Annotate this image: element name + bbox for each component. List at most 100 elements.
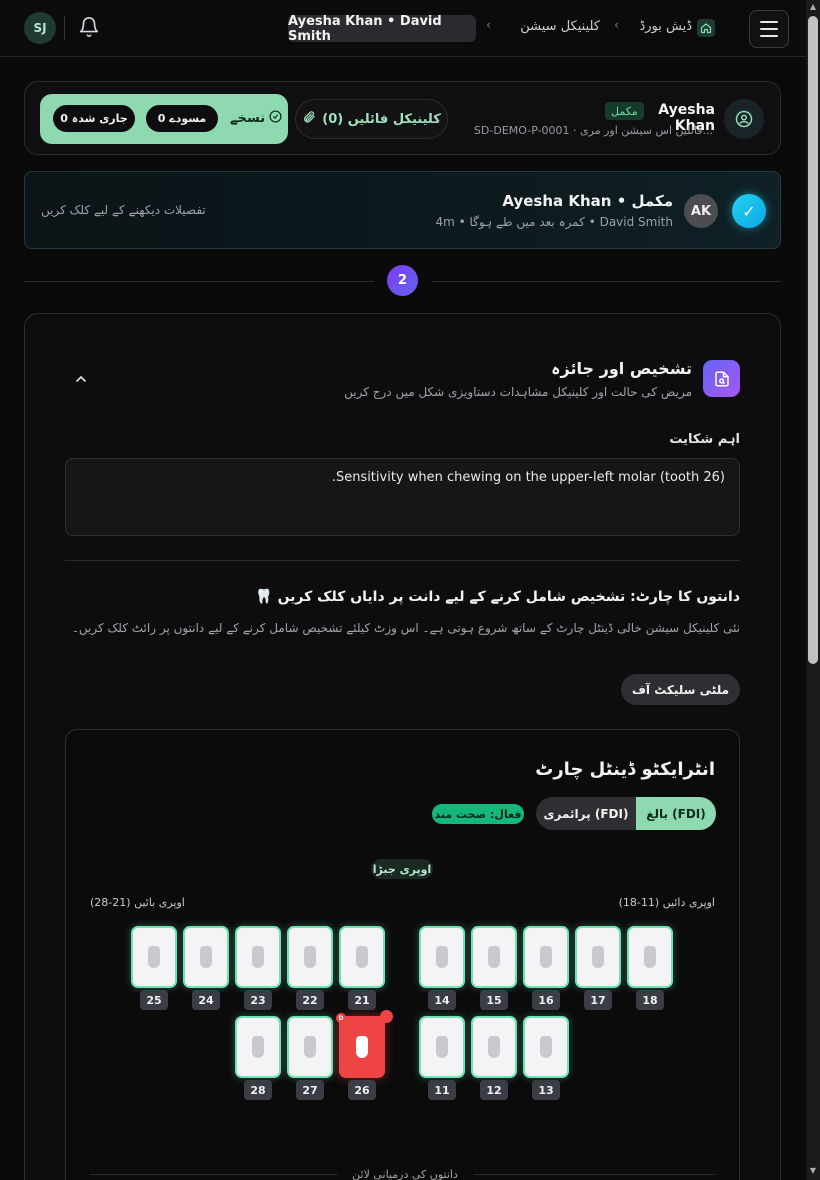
tooth-icon [436, 946, 448, 968]
clinical-files-label: کلینیکل فائلیں (0) [322, 111, 441, 127]
scroll-up-arrow-icon[interactable]: ▲ [808, 2, 818, 12]
tooth-22[interactable] [287, 926, 333, 988]
tooth-23[interactable] [235, 926, 281, 988]
tooth-number: 22 [296, 990, 324, 1010]
tooth-number: 14 [428, 990, 456, 1010]
midline-label: دانتوں کی درمیانی لائن [352, 1168, 458, 1180]
tab-primary[interactable]: پرائمری (FDI) [536, 797, 636, 830]
tooth-number: 21 [348, 990, 376, 1010]
breadcrumb-dashboard[interactable]: ڈیش بورڈ [620, 19, 692, 34]
scroll-down-arrow-icon[interactable]: ▼ [808, 1166, 818, 1176]
tooth-21[interactable] [339, 926, 385, 988]
tooth-icon [252, 1036, 264, 1058]
tooth-icon [356, 1036, 368, 1058]
session-card[interactable]: ✓ AK Ayesha Khan • مکمل 4m • کمرہ بعد می… [24, 171, 781, 249]
prescriptions-group[interactable]: نسخے 0 مسودے 0 جاری شدہ [40, 94, 288, 144]
tooth-icon [488, 1036, 500, 1058]
step-divider-line [24, 281, 374, 282]
tooth-icon [356, 946, 368, 968]
tooth-icon [592, 946, 604, 968]
issued-pill[interactable]: 0 جاری شدہ [53, 105, 135, 132]
patient-avatar: AK [684, 194, 718, 228]
dental-chart-title: انٹرایکٹو ڈینٹل چارٹ [535, 759, 715, 780]
tooth-icon [252, 946, 264, 968]
tooth-13[interactable] [523, 1016, 569, 1078]
patient-subtitle: SD-DEMO-P-0001 · فائلیں اس سیشن اور مری.… [473, 124, 713, 137]
tooth-icon [644, 946, 656, 968]
tooth-11[interactable] [419, 1016, 465, 1078]
tooth-icon [148, 946, 160, 968]
tooth-icon [304, 946, 316, 968]
step-number: 2 [387, 265, 418, 296]
chevron-up-icon[interactable] [70, 368, 92, 390]
tooth-16[interactable] [523, 926, 569, 988]
tooth-number: 13 [532, 1080, 560, 1100]
tooth-26[interactable] [339, 1016, 385, 1078]
session-hint: تفصیلات دیکھنے کے لیے کلک کریں [41, 203, 206, 217]
tooth-icon [540, 946, 552, 968]
tooth-icon [540, 1036, 552, 1058]
session-subtitle: 4m • کمرہ بعد میں طے ہوگا • David Smith [435, 215, 673, 229]
tooth-number: 16 [532, 990, 560, 1010]
bell-icon[interactable] [78, 16, 100, 38]
tooth-15[interactable] [471, 926, 517, 988]
user-circle-icon [724, 99, 764, 139]
drafts-pill[interactable]: 0 مسودے [146, 105, 218, 132]
upper-jaw-label: اوپری جبڑا [371, 859, 433, 879]
home-icon[interactable] [697, 19, 715, 37]
hamburger-icon [760, 21, 778, 23]
diagnosis-indicator-dot [380, 1010, 393, 1023]
tooth-icon [436, 1036, 448, 1058]
status-badge: مکمل [605, 102, 644, 120]
chevron-left-icon: ‹ [486, 18, 492, 33]
dental-chart-heading: 🦷 دانتوں کا چارٹ: تشخیص شامل کرنے کے لیے… [255, 589, 740, 605]
tooth-18[interactable] [627, 926, 673, 988]
tooth-number: 17 [584, 990, 612, 1010]
tooth-number: 15 [480, 990, 508, 1010]
tooth-number: 12 [480, 1080, 508, 1100]
diagnosis-marker: D [336, 1013, 346, 1023]
breadcrumb-current: Ayesha Khan • David Smith [288, 14, 476, 44]
upper-left-quadrant-label: اوپری بائیں (21-28) [90, 896, 185, 909]
tooth-28[interactable] [235, 1016, 281, 1078]
page: SJ Ayesha Khan • David Smith ‹ کلینیکل س… [0, 0, 820, 1180]
tooth-12[interactable] [471, 1016, 517, 1078]
divider [65, 560, 740, 561]
tooth-24[interactable] [183, 926, 229, 988]
dental-chart-description: نئی کلینیکل سیشن خالی ڈینٹل چارٹ کے ساتھ… [71, 621, 740, 635]
dentition-tabs: بالغ (FDI) پرائمری (FDI) [536, 797, 716, 830]
user-avatar[interactable]: SJ [24, 12, 56, 44]
tooth-icon [200, 946, 212, 968]
tooth-17[interactable] [575, 926, 621, 988]
tooth-number: 24 [192, 990, 220, 1010]
tooth-number: 18 [636, 990, 664, 1010]
tooth-number: 28 [244, 1080, 272, 1100]
tooth-25[interactable] [131, 926, 177, 988]
divider [64, 16, 65, 40]
session-title: Ayesha Khan • مکمل [502, 192, 673, 210]
chief-complaint-input[interactable]: Sensitivity when chewing on the upper-le… [65, 458, 740, 536]
menu-button[interactable] [749, 10, 789, 48]
section-title: تشخیص اور جائزہ [551, 359, 692, 378]
top-bar: SJ Ayesha Khan • David Smith ‹ کلینیکل س… [0, 0, 806, 57]
check-circle-icon [269, 110, 282, 127]
chief-complaint-label: اہم شکایت [669, 432, 740, 447]
tooth-14[interactable] [419, 926, 465, 988]
check-icon: ✓ [732, 194, 766, 228]
midline-rule [90, 1174, 338, 1175]
breadcrumb-session[interactable]: کلینیکل سیشن [510, 19, 600, 34]
multi-select-toggle[interactable]: ملٹی سلیکٹ آف [621, 674, 740, 705]
tooth-27[interactable] [287, 1016, 333, 1078]
tab-adult[interactable]: بالغ (FDI) [636, 797, 716, 830]
document-search-icon [703, 360, 740, 397]
step-divider-line [432, 281, 781, 282]
upper-right-quadrant-label: اوپری دائیں (11-18) [618, 896, 715, 909]
tooth-icon [304, 1036, 316, 1058]
clinical-files-button[interactable]: کلینیکل فائلیں (0) [295, 99, 448, 139]
tooth-number: 11 [428, 1080, 456, 1100]
tooth-number: 23 [244, 990, 272, 1010]
tooth-number: 26 [348, 1080, 376, 1100]
tooth-icon [488, 946, 500, 968]
tooth-number: 27 [296, 1080, 324, 1100]
scrollbar-thumb[interactable] [808, 16, 818, 664]
